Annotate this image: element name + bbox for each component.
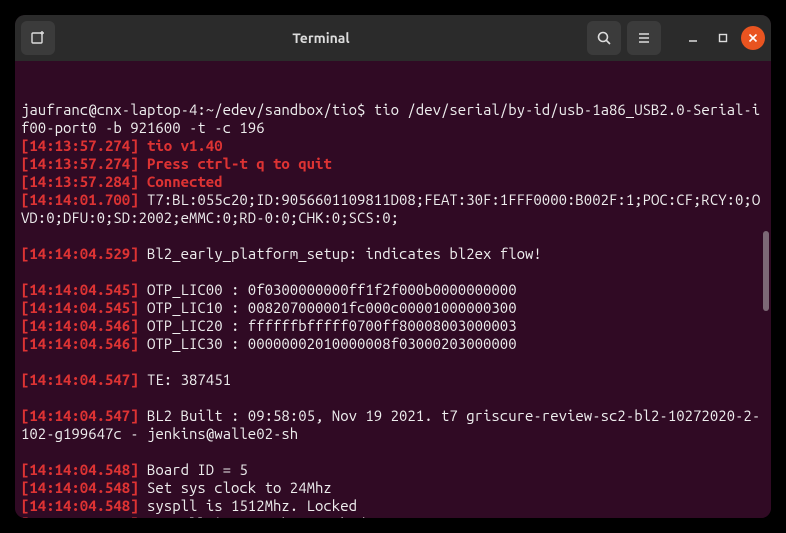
output-line: [14:14:04.529] Bl2_early_platform_setup:…: [21, 245, 765, 263]
window-title: Terminal: [61, 30, 581, 46]
log-text: OTP_LIC00 : 0f0300000000ff1f2f000b000000…: [139, 281, 517, 298]
maximize-button[interactable]: [711, 26, 735, 50]
output-line: [21, 227, 765, 245]
log-text: Board ID = 5: [139, 461, 248, 478]
timestamp: [14:13:57.284]: [21, 173, 139, 190]
timestamp: [14:14:04.548]: [21, 497, 139, 514]
menu-button[interactable]: [627, 21, 661, 55]
log-text: Bl2_early_platform_setup: indicates bl2e…: [139, 245, 542, 262]
timestamp: [14:14:01.700]: [21, 191, 139, 208]
output-line: [14:14:04.548] Set sys clock to 24Mhz: [21, 479, 765, 497]
timestamp: [14:14:04.545]: [21, 281, 139, 298]
timestamp: [14:14:04.546]: [21, 335, 139, 352]
timestamp: [14:14:04.545]: [21, 299, 139, 316]
output-line: [14:13:57.274] Press ctrl-t q to quit: [21, 155, 765, 173]
log-text: OTP_LIC30 : 00000002010000008f0300020300…: [139, 335, 517, 352]
timestamp: [14:14:04.548]: [21, 461, 139, 478]
log-text: Connected: [139, 173, 223, 190]
output-line: [14:13:57.284] Connected: [21, 173, 765, 191]
output-line: [14:14:04.545] OTP_LIC00 : 0f0300000000f…: [21, 281, 765, 299]
prompt-line: jaufranc@cnx-laptop-4:~/edev/sandbox/tio…: [21, 101, 765, 137]
output-line: [14:13:57.274] tio v1.40: [21, 137, 765, 155]
timestamp: [14:14:04.547]: [21, 371, 139, 388]
output-line: [14:14:04.547] TE: 387451: [21, 371, 765, 389]
output-line: [14:14:04.548] Board ID = 5: [21, 461, 765, 479]
terminal-content[interactable]: jaufranc@cnx-laptop-4:~/edev/sandbox/tio…: [15, 61, 771, 518]
log-text: Press ctrl-t q to quit: [139, 155, 332, 172]
timestamp: [14:14:04.529]: [21, 245, 139, 262]
output-line: [14:14:04.549] sys1pll is 1608Mhz. Locke…: [21, 515, 765, 518]
output-line: [14:14:04.548] syspll is 1512Mhz. Locked: [21, 497, 765, 515]
log-text: OTP_LIC20 : ffffffbfffff0700ff8000800300…: [139, 317, 517, 334]
output-line: [21, 263, 765, 281]
log-text: syspll is 1512Mhz. Locked: [139, 497, 357, 514]
output-line: [14:14:04.546] OTP_LIC30 : 0000000201000…: [21, 335, 765, 353]
minimize-button[interactable]: [681, 26, 705, 50]
output-line: [21, 443, 765, 461]
timestamp: [14:13:57.274]: [21, 137, 139, 154]
log-text: Set sys clock to 24Mhz: [139, 479, 332, 496]
output-line: [14:14:04.546] OTP_LIC20 : ffffffbfffff0…: [21, 317, 765, 335]
output-line: [14:14:01.700] T7:BL:055c20;ID:905660110…: [21, 191, 765, 227]
new-tab-button[interactable]: [21, 21, 55, 55]
terminal-window: Terminal jaufranc: [15, 15, 771, 518]
scrollbar-thumb[interactable]: [763, 231, 769, 311]
log-text: TE: 387451: [139, 371, 231, 388]
search-button[interactable]: [587, 21, 621, 55]
timestamp: [14:14:04.547]: [21, 407, 139, 424]
timestamp: [14:14:04.548]: [21, 479, 139, 496]
output-line: [14:14:04.545] OTP_LIC10 : 008207000001f…: [21, 299, 765, 317]
log-text: OTP_LIC10 : 008207000001fc000c0000100000…: [139, 299, 517, 316]
output-line: [21, 353, 765, 371]
log-text: tio v1.40: [139, 137, 223, 154]
output-line: [14:14:04.547] BL2 Built : 09:58:05, Nov…: [21, 407, 765, 443]
timestamp: [14:14:04.546]: [21, 317, 139, 334]
close-button[interactable]: [741, 26, 765, 50]
log-text: sys1pll is 1608Mhz. Locked: [139, 515, 366, 518]
timestamp: [14:14:04.549]: [21, 515, 139, 518]
titlebar: Terminal: [15, 15, 771, 61]
output-line: [21, 389, 765, 407]
timestamp: [14:13:57.274]: [21, 155, 139, 172]
